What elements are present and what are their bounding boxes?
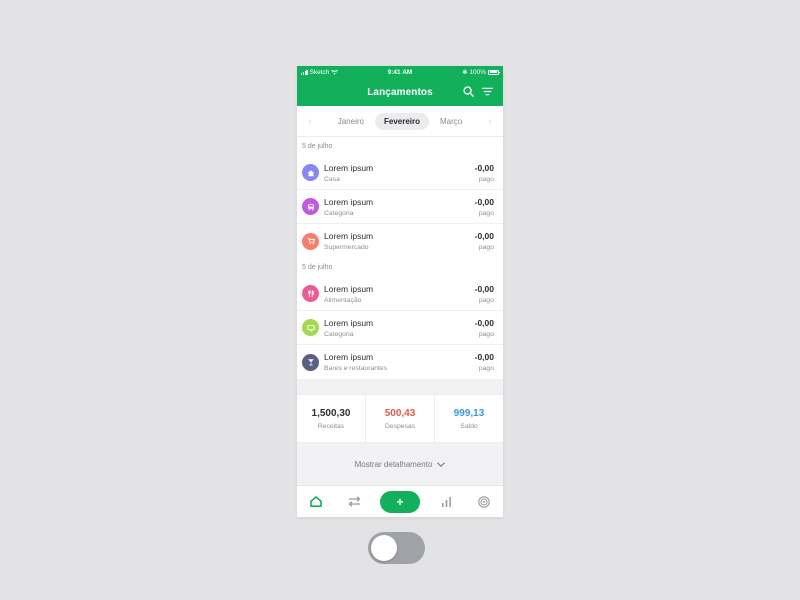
transaction-amount: -0,00 bbox=[474, 352, 494, 362]
tab-bar: + bbox=[297, 485, 503, 517]
transaction-status: pago bbox=[478, 296, 494, 304]
chevron-right-icon[interactable]: › bbox=[485, 116, 495, 127]
cart-icon bbox=[302, 232, 319, 250]
transaction-category: Casa bbox=[324, 175, 340, 183]
transaction-row[interactable]: Lorem ipsum Categoria -0,00 pago bbox=[297, 311, 503, 345]
transfer-arrows-icon bbox=[348, 496, 360, 507]
transaction-row[interactable]: Lorem ipsum Bares e restaurantes -0,00 p… bbox=[297, 345, 503, 379]
transaction-row[interactable]: Lorem ipsum Casa -0,00 pago bbox=[297, 156, 503, 190]
bar-chart-icon bbox=[441, 497, 451, 507]
section-date: 5 de julho bbox=[297, 258, 503, 277]
transaction-category: Supermercado bbox=[324, 244, 369, 251]
transaction-status: pago bbox=[478, 244, 494, 251]
transaction-amount: -0,00 bbox=[474, 283, 494, 294]
expenses-value: 500,43 bbox=[384, 407, 416, 419]
cocktail-icon bbox=[302, 353, 319, 371]
transaction-title: Lorem ipsum bbox=[324, 317, 374, 328]
tab-reports[interactable] bbox=[434, 490, 458, 514]
status-bar: Sketch 9:41 AM ✱ 100% bbox=[297, 66, 503, 78]
chevron-down-icon bbox=[437, 462, 446, 467]
show-details-label: Mostrar detalhamento bbox=[354, 460, 433, 469]
transaction-category: Categoria bbox=[324, 209, 354, 217]
expenses-label: Despesas bbox=[384, 422, 416, 430]
summary-panel: 1,500,30 Receitas 500,43 Despesas 999,13… bbox=[297, 394, 503, 443]
transaction-row[interactable]: Lorem ipsum Supermercado -0,00 pago bbox=[297, 224, 503, 258]
phone-screen: Sketch 9:41 AM ✱ 100% Lançamentos ‹ Jane… bbox=[297, 66, 503, 517]
transaction-row[interactable]: Lorem ipsum Alimentação -0,00 pago bbox=[297, 277, 503, 311]
chevron-left-icon[interactable]: ‹ bbox=[305, 116, 315, 127]
transaction-status: pago bbox=[478, 330, 494, 338]
transaction-category: Categoria bbox=[324, 330, 354, 338]
transaction-status: pago bbox=[478, 365, 494, 372]
battery-percent: 100% bbox=[469, 68, 486, 76]
summary-expenses: 500,43 Despesas bbox=[366, 395, 435, 442]
carrier-label: Sketch bbox=[309, 68, 330, 76]
transaction-amount: -0,00 bbox=[474, 196, 494, 207]
add-transaction-button[interactable]: + bbox=[380, 490, 420, 513]
search-icon[interactable] bbox=[463, 86, 474, 97]
transaction-title: Lorem ipsum bbox=[324, 196, 374, 207]
income-value: 1,500,30 bbox=[311, 407, 351, 419]
show-details-button[interactable]: Mostrar detalhamento bbox=[297, 443, 503, 487]
income-label: Receitas bbox=[317, 422, 345, 430]
page-title: Lançamentos bbox=[367, 86, 433, 98]
target-icon bbox=[478, 495, 490, 508]
section-date: 5 de julho bbox=[297, 137, 503, 156]
balance-label: Saldo bbox=[460, 422, 478, 430]
transaction-status: pago bbox=[478, 209, 494, 217]
summary-balance: 999,13 Saldo bbox=[435, 395, 503, 442]
month-selector: ‹ Janeiro Fevereiro Março › bbox=[297, 106, 503, 137]
transaction-row[interactable]: Lorem ipsum Categoria -0,00 pago bbox=[297, 190, 503, 224]
spacer bbox=[297, 379, 503, 394]
home-icon bbox=[310, 496, 322, 507]
transaction-status: pago bbox=[478, 175, 494, 183]
balance-value: 999,13 bbox=[453, 407, 485, 419]
transaction-title: Lorem ipsum bbox=[324, 283, 374, 294]
transaction-list: Lorem ipsum Casa -0,00 pago Lorem ipsum … bbox=[297, 156, 503, 258]
transaction-amount: -0,00 bbox=[474, 162, 494, 173]
tab-transfers[interactable] bbox=[342, 490, 366, 514]
app-header: Lançamentos bbox=[297, 78, 503, 106]
tab-home[interactable] bbox=[304, 490, 328, 514]
home-icon bbox=[302, 164, 319, 181]
transaction-category: Bares e restaurantes bbox=[324, 365, 388, 372]
fork-knife-icon bbox=[302, 285, 319, 302]
wifi-icon bbox=[331, 69, 339, 75]
transaction-title: Lorem ipsum bbox=[324, 231, 374, 241]
transaction-amount: -0,00 bbox=[474, 317, 494, 328]
bus-icon bbox=[302, 198, 319, 215]
status-time: 9:41 AM bbox=[387, 68, 413, 76]
summary-income: 1,500,30 Receitas bbox=[297, 395, 366, 442]
month-prev[interactable]: Janeiro bbox=[329, 113, 373, 130]
toggle-knob bbox=[371, 535, 397, 561]
transaction-category: Alimentação bbox=[324, 296, 362, 304]
transaction-title: Lorem ipsum bbox=[324, 352, 374, 362]
transaction-list: Lorem ipsum Alimentação -0,00 pago Lorem… bbox=[297, 277, 503, 379]
bluetooth-icon: ✱ bbox=[462, 69, 468, 76]
month-next[interactable]: Março bbox=[431, 113, 471, 130]
month-current[interactable]: Fevereiro bbox=[374, 112, 430, 130]
monitor-icon bbox=[302, 319, 319, 336]
tab-goals[interactable] bbox=[472, 490, 496, 514]
battery-icon bbox=[488, 69, 500, 75]
toggle-switch[interactable] bbox=[368, 532, 425, 564]
transaction-title: Lorem ipsum bbox=[324, 162, 374, 173]
signal-icon bbox=[301, 70, 308, 75]
transaction-amount: -0,00 bbox=[474, 231, 494, 241]
filter-icon[interactable] bbox=[482, 87, 493, 96]
